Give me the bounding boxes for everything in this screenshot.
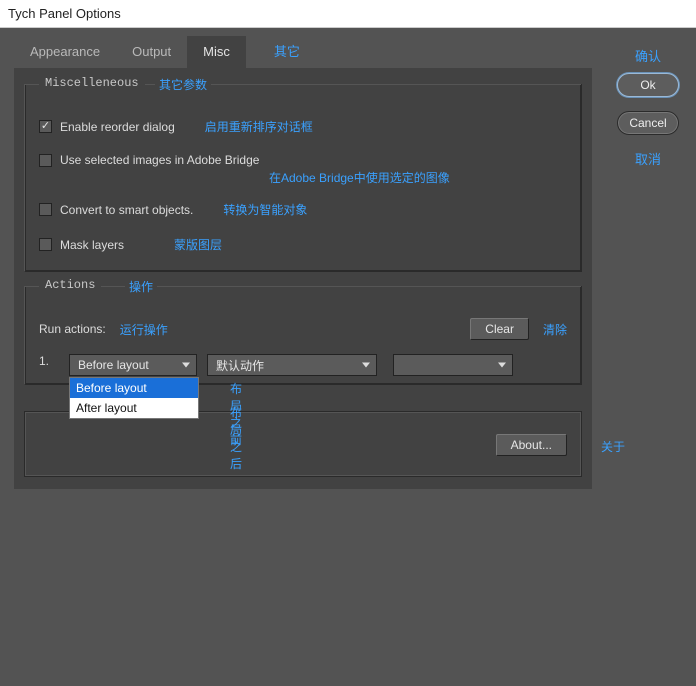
misc-fieldset: Miscelleneous 其它参数 Enable reorder dialog… bbox=[24, 84, 582, 272]
bridge-label: Use selected images in Adobe Bridge bbox=[60, 153, 259, 167]
ok-button[interactable]: Ok bbox=[617, 73, 679, 97]
mask-label: Mask layers bbox=[60, 238, 124, 252]
misc-legend: Miscelleneous bbox=[39, 76, 145, 90]
bridge-annotation: 在Adobe Bridge中使用选定的图像 bbox=[269, 169, 450, 186]
reorder-checkbox[interactable] bbox=[39, 120, 52, 133]
reorder-annotation: 启用重新排序对话框 bbox=[205, 118, 313, 135]
actions-legend: Actions bbox=[39, 278, 101, 292]
cancel-button[interactable]: Cancel bbox=[617, 111, 679, 135]
tab-appearance[interactable]: Appearance bbox=[14, 36, 116, 68]
run-actions-annotation: 运行操作 bbox=[120, 321, 168, 338]
run-actions-label: Run actions: bbox=[39, 322, 106, 336]
layout-option-after-annotation: 布局之后 bbox=[230, 404, 242, 472]
about-annotation: 关于 bbox=[601, 438, 625, 455]
smart-annotation: 转换为智能对象 bbox=[223, 201, 307, 218]
layout-timing-value: Before layout bbox=[78, 358, 149, 372]
misc-legend-annotation: 其它参数 bbox=[155, 76, 211, 93]
chevron-down-icon bbox=[362, 363, 370, 368]
smart-label: Convert to smart objects. bbox=[60, 203, 193, 217]
tab-misc-annotation: 其它 bbox=[274, 36, 300, 68]
action-set-value: 默认动作 bbox=[216, 357, 264, 374]
clear-annotation: 清除 bbox=[543, 321, 567, 338]
bridge-checkbox[interactable] bbox=[39, 154, 52, 167]
tab-output[interactable]: Output bbox=[116, 36, 187, 68]
chevron-down-icon bbox=[182, 363, 190, 368]
reorder-label: Enable reorder dialog bbox=[60, 120, 175, 134]
layout-option-before[interactable]: Before layout bbox=[70, 378, 198, 398]
chevron-down-icon bbox=[498, 363, 506, 368]
tab-bar: Appearance Output Misc 其它 bbox=[14, 36, 592, 68]
action-select[interactable] bbox=[393, 354, 513, 376]
layout-option-after[interactable]: After layout bbox=[70, 398, 198, 418]
mask-annotation: 蒙版图层 bbox=[174, 236, 222, 253]
window-title: Tych Panel Options bbox=[8, 6, 121, 21]
actions-legend-annotation: 操作 bbox=[125, 278, 157, 295]
clear-button[interactable]: Clear bbox=[470, 318, 529, 340]
layout-timing-dropdown: Before layout After layout 布局之前 布局之后 bbox=[69, 377, 199, 419]
ok-annotation: 确认 bbox=[612, 46, 684, 65]
action-set-select[interactable]: 默认动作 bbox=[207, 354, 377, 376]
action-row-index: 1. bbox=[39, 354, 59, 368]
layout-timing-select[interactable]: Before layout Before layout After layout… bbox=[69, 354, 197, 376]
about-panel: About... 关于 bbox=[24, 411, 582, 477]
cancel-annotation: 取消 bbox=[612, 149, 684, 168]
window-titlebar: Tych Panel Options bbox=[0, 0, 696, 28]
actions-fieldset: Actions 操作 Run actions: 运行操作 Clear 清除 1.… bbox=[24, 286, 582, 385]
mask-checkbox[interactable] bbox=[39, 238, 52, 251]
about-button[interactable]: About... bbox=[496, 434, 567, 456]
tab-misc[interactable]: Misc bbox=[187, 36, 246, 68]
smart-checkbox[interactable] bbox=[39, 203, 52, 216]
